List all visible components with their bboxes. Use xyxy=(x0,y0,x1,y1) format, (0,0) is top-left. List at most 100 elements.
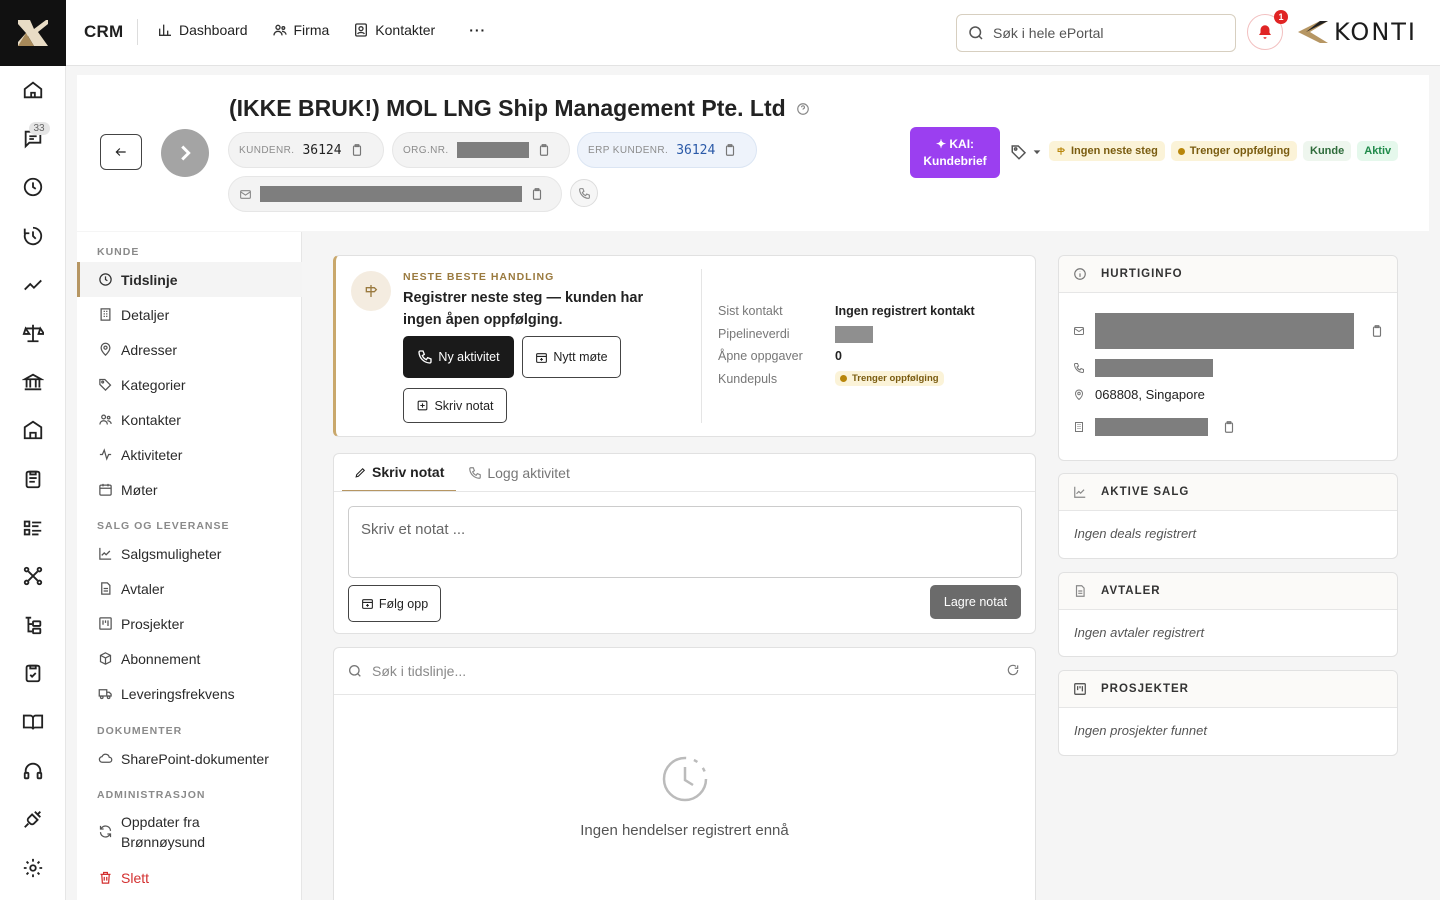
orgnr-redacted xyxy=(1095,418,1208,436)
copy-icon[interactable] xyxy=(1222,420,1236,434)
nav-firma-label: Firma xyxy=(293,22,330,38)
nav-dashboard[interactable]: Dashboard xyxy=(157,22,248,38)
menu-item-sharepoint[interactable]: SharePoint-dokumenter xyxy=(77,741,302,776)
erp-value: 36124 xyxy=(676,142,716,158)
notifications-button[interactable]: 1 xyxy=(1247,10,1288,50)
next-company-button[interactable] xyxy=(161,129,209,177)
menu-item-kontakter[interactable]: Kontakter xyxy=(77,402,302,437)
tab-log-activity[interactable]: Logg aktivitet xyxy=(456,454,582,492)
menu-item-detaljer[interactable]: Detaljer xyxy=(77,297,302,332)
menu-item-adresser[interactable]: Adresser xyxy=(77,332,302,367)
calendar-icon xyxy=(99,483,112,496)
rail-settings-icon[interactable] xyxy=(0,844,66,893)
new-activity-label: Ny aktivitet xyxy=(438,350,500,364)
copy-icon[interactable] xyxy=(537,143,551,157)
nav-firma[interactable]: Firma xyxy=(272,22,330,38)
phone-icon xyxy=(469,467,482,479)
back-button[interactable] xyxy=(100,134,142,170)
rail-home-icon[interactable] xyxy=(0,66,66,115)
trash-icon xyxy=(100,871,111,884)
rail-trend-icon[interactable] xyxy=(0,260,66,309)
phone-redacted xyxy=(1095,359,1213,377)
rail-list-icon[interactable] xyxy=(0,503,66,552)
rail-clock-icon[interactable] xyxy=(0,163,66,212)
people-icon xyxy=(272,24,287,36)
menu-item-update-brreg[interactable]: Oppdater fra Brønnøysund xyxy=(77,812,302,858)
nav-kontakter[interactable]: Kontakter xyxy=(353,22,435,38)
menu-item-moter[interactable]: Møter xyxy=(77,472,302,507)
rail-scale-icon[interactable] xyxy=(0,309,66,358)
timeline-search-input[interactable]: Søk i tidslinje... xyxy=(334,648,1035,695)
erp-kundenr-field: ERP KUNDENR. 36124 xyxy=(577,132,757,168)
nav-kontakter-label: Kontakter xyxy=(375,22,436,38)
menu-item-delete[interactable]: Slett xyxy=(77,860,302,895)
status-dot xyxy=(840,375,847,382)
email-field xyxy=(228,176,562,212)
rail-messages-icon[interactable]: 33 xyxy=(0,115,66,164)
kai-line2: Kundebrief xyxy=(923,153,987,168)
save-note-button[interactable]: Lagre notat xyxy=(930,585,1021,619)
refresh-button[interactable] xyxy=(1006,663,1020,677)
pencil-icon xyxy=(355,467,366,478)
copy-icon[interactable] xyxy=(1370,324,1384,338)
fact-label: Pipelineverdi xyxy=(718,327,790,341)
app-logo[interactable] xyxy=(0,0,66,66)
rail-building-icon[interactable] xyxy=(0,406,66,455)
menu-item-prosjekter[interactable]: Prosjekter xyxy=(77,606,302,641)
more-menu-button[interactable]: ··· xyxy=(469,22,486,38)
menu-item-kategorier[interactable]: Kategorier xyxy=(77,367,302,402)
fact-label: Kundepuls xyxy=(718,372,778,386)
rail-book-icon[interactable] xyxy=(0,698,66,747)
tags-dropdown[interactable] xyxy=(1010,143,1042,161)
write-note-button[interactable]: Skriv notat xyxy=(403,388,507,423)
menu-item-abonnement[interactable]: Abonnement xyxy=(77,641,302,676)
dashboard-icon xyxy=(159,24,171,36)
copy-icon[interactable] xyxy=(350,143,364,157)
rail-headset-icon[interactable] xyxy=(0,746,66,795)
global-search-input[interactable]: Søk i hele ePortal xyxy=(956,14,1236,52)
nba-text: Registrer neste steg — kunden har ingen … xyxy=(403,290,644,328)
menu-item-salgsmuligheter[interactable]: Salgsmuligheter xyxy=(77,536,302,571)
panel-title: PROSJEKTER xyxy=(1101,683,1189,695)
menu-item-leveringsfrekvens[interactable]: Leveringsfrekvens xyxy=(77,676,302,711)
kai-line1: KAI: xyxy=(949,136,975,151)
rail-bank-icon[interactable] xyxy=(0,358,66,407)
menu-label: Slett xyxy=(121,869,150,886)
kai-kundebrief-button[interactable]: ✦ KAI: Kundebrief xyxy=(910,127,1000,178)
active-sales-panel: AKTIVE SALG Ingen deals registrert xyxy=(1058,473,1398,559)
rail-checklist-icon[interactable] xyxy=(0,649,66,698)
rail-history-icon[interactable] xyxy=(0,212,66,261)
tab-label: Skriv notat xyxy=(372,464,445,480)
tab-label: Logg aktivitet xyxy=(487,465,570,481)
next-best-action-card: NESTE BESTE HANDLING Registrer neste ste… xyxy=(333,255,1036,437)
help-icon[interactable] xyxy=(796,102,810,116)
note-textarea[interactable]: Skriv et notat ... xyxy=(348,506,1022,578)
new-meeting-button[interactable]: Nytt møte xyxy=(522,336,621,378)
rail-plug-icon[interactable] xyxy=(0,795,66,844)
phone-icon xyxy=(578,187,590,199)
email-redacted xyxy=(260,186,522,202)
note-placeholder: Skriv et notat ... xyxy=(361,521,466,538)
menu-item-avtaler[interactable]: Avtaler xyxy=(77,571,302,606)
email-redacted xyxy=(1095,313,1354,349)
status-badge-pulse: Trenger oppfølging xyxy=(835,371,944,386)
menu-item-tidslinje[interactable]: Tidslinje xyxy=(77,262,302,297)
chevron-down-icon xyxy=(1033,150,1041,155)
follow-up-button[interactable]: Følg opp xyxy=(348,585,441,622)
rail-clipboard-icon[interactable] xyxy=(0,455,66,504)
company-header: (IKKE BRUK!) MOL LNG Ship Management Pte… xyxy=(77,75,1429,231)
menu-label: Kontakter xyxy=(121,411,181,428)
menu-item-aktiviteter[interactable]: Aktiviteter xyxy=(77,437,302,472)
rail-tree-icon[interactable] xyxy=(0,601,66,650)
phone-button[interactable] xyxy=(570,179,598,207)
new-activity-button[interactable]: Ny aktivitet xyxy=(403,336,514,378)
copy-icon[interactable] xyxy=(723,143,737,157)
activity-icon xyxy=(99,448,112,461)
status-badge-aktiv: Aktiv xyxy=(1357,141,1399,161)
menu-label: Adresser xyxy=(121,341,178,358)
tab-write-note[interactable]: Skriv notat xyxy=(342,454,457,492)
copy-icon[interactable] xyxy=(530,187,544,201)
menu-label: Salgsmuligheter xyxy=(121,545,222,562)
kanban-icon xyxy=(1074,683,1086,695)
rail-network-icon[interactable] xyxy=(0,552,66,601)
